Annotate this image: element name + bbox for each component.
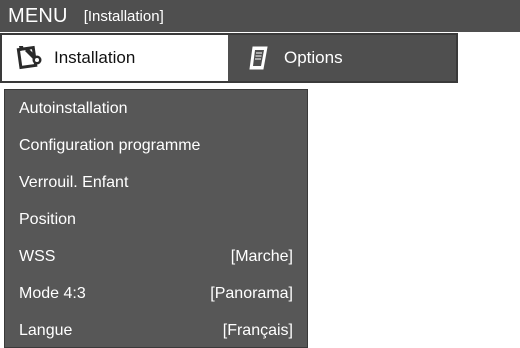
menu-item-label: Mode 4:3 <box>19 284 86 302</box>
menu-item-position[interactable]: Position <box>5 201 307 238</box>
menu-item-label: Position <box>19 210 76 228</box>
menu-item-label: Autoinstallation <box>19 99 128 117</box>
breadcrumb: [Installation] <box>83 7 164 25</box>
menu-item-label: Langue <box>19 321 73 339</box>
menu-item-label: WSS <box>19 247 56 265</box>
menu-title-bar: MENU [Installation] <box>0 0 520 32</box>
menu-title: MENU <box>8 4 68 27</box>
menu-item-mode-4-3[interactable]: Mode 4:3 [Panorama] <box>5 275 307 312</box>
menu-item-verrouil-enfant[interactable]: Verrouil. Enfant <box>5 164 307 201</box>
tab-options-label: Options <box>284 48 343 67</box>
menu-item-autoinstallation[interactable]: Autoinstallation <box>5 90 307 127</box>
tab-options[interactable]: Options <box>228 33 458 83</box>
menu-item-value: [Français] <box>222 321 293 339</box>
installation-submenu: Autoinstallation Configuration programme… <box>4 89 308 348</box>
menu-item-langue[interactable]: Langue [Français] <box>5 312 307 348</box>
document-icon <box>244 43 274 73</box>
menu-item-configuration-programme[interactable]: Configuration programme <box>5 127 307 164</box>
menu-item-label: Verrouil. Enfant <box>19 173 129 191</box>
menu-item-label: Configuration programme <box>19 136 201 154</box>
tv-menu-screen: MENU [Installation] Installation Options… <box>0 0 520 348</box>
menu-item-wss[interactable]: WSS [Marche] <box>5 238 307 275</box>
tab-installation[interactable]: Installation <box>0 33 228 83</box>
tab-bar: Installation Options <box>0 33 458 83</box>
tab-installation-label: Installation <box>54 48 136 67</box>
menu-item-value: [Marche] <box>230 247 293 265</box>
wrench-icon <box>14 43 44 73</box>
menu-item-value: [Panorama] <box>210 284 293 302</box>
